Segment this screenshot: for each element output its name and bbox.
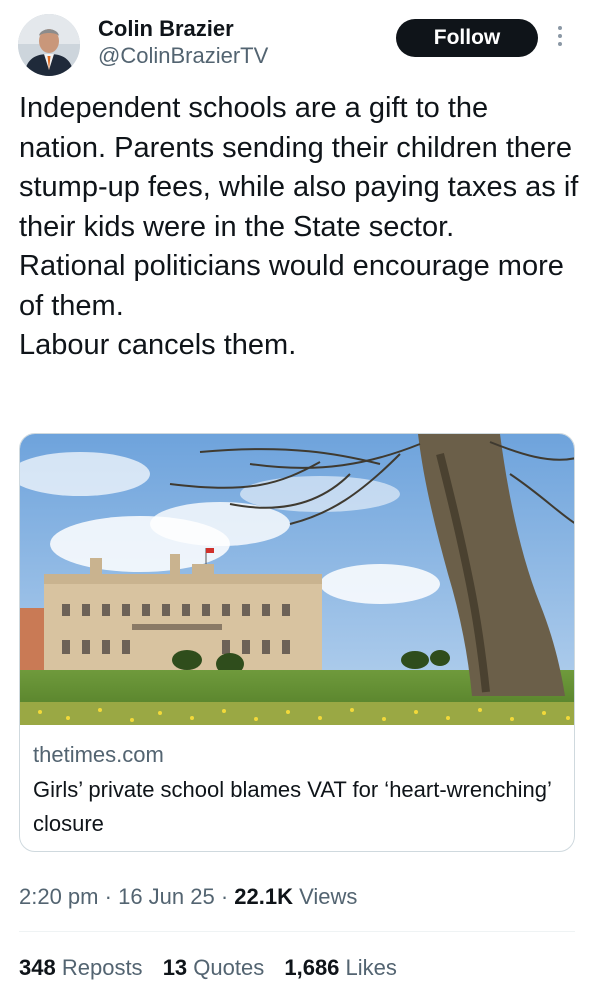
reposts-stat[interactable]: 348 Reposts	[19, 951, 143, 985]
tweet-line: Labour cancels them.	[19, 329, 297, 361]
link-card[interactable]: thetimes.com Girls’ private school blame…	[19, 433, 575, 852]
tweet-line: Independent schools are a gift to the na…	[19, 92, 579, 243]
quotes-stat[interactable]: 13 Quotes	[163, 951, 265, 985]
author-handle[interactable]: @ColinBrazierTV	[98, 42, 268, 70]
likes-label: Likes	[345, 955, 397, 980]
views-count: 22.1K	[234, 884, 294, 909]
tweet-time[interactable]: 2:20 pm	[19, 884, 99, 909]
views-label: Views	[299, 884, 358, 909]
meta-separator: ·	[220, 884, 229, 909]
avatar[interactable]	[18, 14, 80, 76]
likes-count: 1,686	[284, 955, 340, 980]
tweet-header: Colin Brazier @ColinBrazierTV Follow	[18, 14, 578, 78]
more-vertical-icon[interactable]	[554, 26, 566, 52]
tweet-line: Rational politicians would encourage mor…	[19, 250, 564, 322]
reposts-count: 348	[19, 955, 56, 980]
tweet-date[interactable]: 16 Jun 25	[118, 884, 215, 909]
author-names: Colin Brazier @ColinBrazierTV	[98, 16, 268, 70]
quotes-label: Quotes	[193, 955, 265, 980]
quotes-count: 13	[162, 955, 188, 980]
link-card-domain: thetimes.com	[33, 742, 164, 767]
tweet-meta: 2:20 pm · 16 Jun 25 · 22.1K Views	[19, 880, 357, 914]
link-card-image[interactable]	[20, 434, 574, 725]
likes-stat[interactable]: 1,686 Likes	[284, 951, 397, 985]
author-display-name[interactable]: Colin Brazier	[98, 16, 268, 42]
follow-button[interactable]: Follow	[396, 19, 538, 57]
meta-separator: ·	[104, 884, 112, 909]
link-card-title: Girls’ private school blames VAT for ‘he…	[33, 777, 552, 836]
reposts-label: Reposts	[61, 955, 143, 980]
link-card-meta: thetimes.com Girls’ private school blame…	[33, 740, 563, 841]
engagement-stats: 348 Reposts 13 Quotes 1,686 Likes	[19, 951, 411, 985]
divider	[19, 931, 575, 932]
tweet-text: Independent schools are a gift to the na…	[19, 89, 579, 366]
